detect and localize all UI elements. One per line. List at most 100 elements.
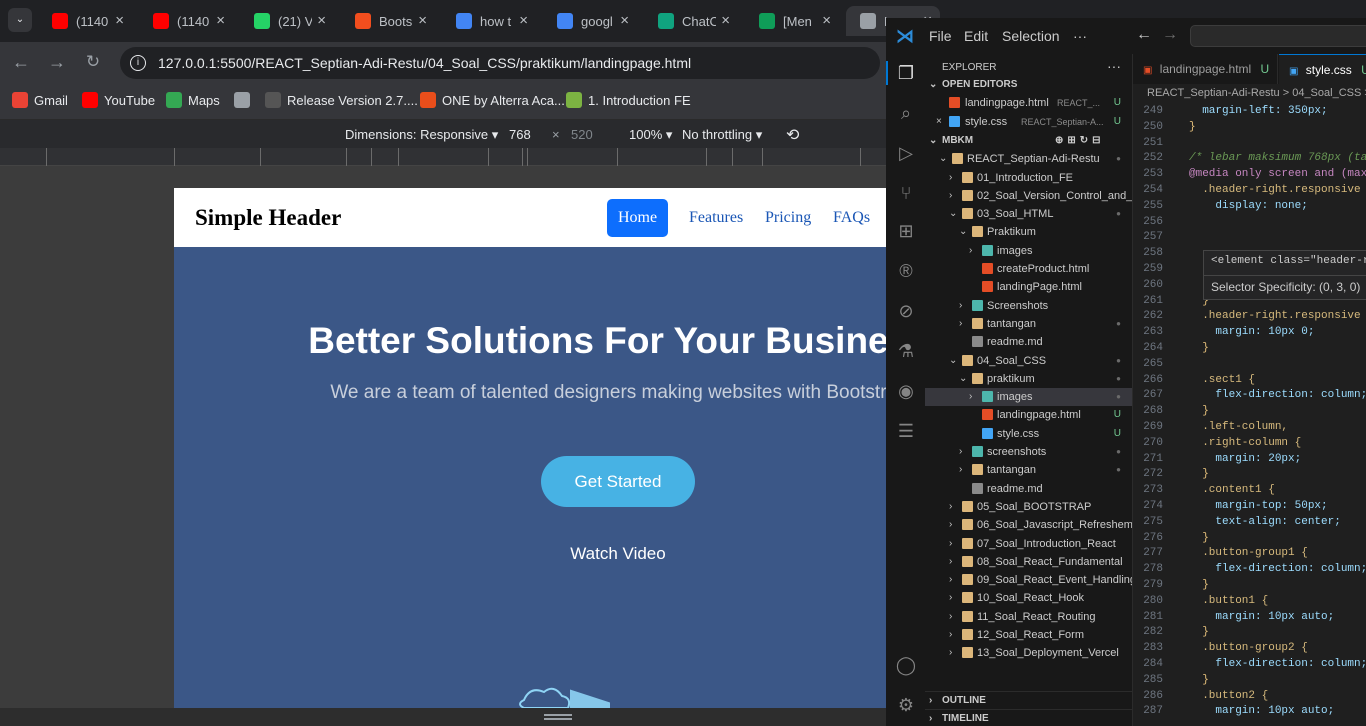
bookmark-item[interactable] [234, 92, 256, 108]
tree-item[interactable]: › tantangan ● [925, 315, 1132, 333]
back-arrow-icon[interactable]: ← [1136, 26, 1152, 44]
tree-item[interactable]: › 02_Soal_Version_Control_and_... [925, 187, 1132, 205]
media-query-ruler[interactable] [0, 148, 886, 166]
forward-arrow-icon[interactable]: → [46, 52, 68, 73]
close-icon[interactable]: × [115, 12, 124, 29]
editor-tab-landingpage[interactable]: ▣ landingpage.html U [1133, 54, 1278, 84]
browser-tab[interactable]: googl × [543, 6, 637, 36]
tree-item[interactable]: createProduct.html [925, 260, 1132, 278]
bookmark-item[interactable]: Maps [166, 92, 220, 108]
open-editors-header[interactable]: ⌄ OPEN EDITORS [925, 76, 1132, 94]
tree-item[interactable]: › images ● [925, 388, 1132, 407]
dimensions-select[interactable]: Dimensions: Responsive ▾ [345, 127, 498, 143]
menu-more[interactable]: ··· [1073, 28, 1087, 44]
tree-item[interactable]: readme.md [925, 480, 1132, 498]
tree-item[interactable]: ⌄ praktikum ● [925, 370, 1132, 388]
zoom-select[interactable]: 100% ▾ [629, 127, 672, 143]
browser-tab[interactable]: (21) V × [240, 6, 334, 36]
tree-item[interactable]: › 09_Soal_React_Event_Handling [925, 571, 1132, 589]
nav-features[interactable]: Features [689, 199, 743, 237]
tree-item[interactable]: ⌄ REACT_Septian-Adi-Restu ● [925, 150, 1132, 168]
tree-item[interactable]: landingPage.html [925, 278, 1132, 296]
search-icon[interactable]: ⌕ [895, 102, 917, 124]
nav-faqs[interactable]: FAQs [833, 199, 870, 237]
tree-item[interactable]: style.css U [925, 425, 1132, 443]
bookmark-item[interactable]: ONE by Alterra Aca... [420, 92, 565, 108]
close-icon[interactable]: × [519, 12, 528, 29]
menu-selection[interactable]: Selection [1002, 28, 1060, 44]
tree-item[interactable]: ⌄ 03_Soal_HTML ● [925, 205, 1132, 223]
throttle-select[interactable]: No throttling ▾ [682, 127, 762, 143]
close-icon[interactable]: × [620, 12, 629, 29]
bookmark-item[interactable]: Release Version 2.7.... [265, 92, 418, 108]
tree-item[interactable]: › 13_Soal_Deployment_Vercel [925, 644, 1132, 662]
open-editor-item[interactable]: landingpage.html REACT_... U [925, 94, 1132, 112]
bookmark-item[interactable]: 1. Introduction FE [566, 92, 691, 108]
settings-gear-icon[interactable]: ⚙ [895, 694, 917, 716]
workspace-header[interactable]: ⌄ MBKM ⊕⊞↻⊟ [925, 132, 1132, 150]
resize-handle[interactable] [0, 708, 886, 726]
source-control-icon[interactable]: ⑂ [895, 182, 917, 204]
close-icon[interactable]: × [721, 12, 730, 29]
tree-item[interactable]: › 08_Soal_React_Fundamental [925, 553, 1132, 571]
site-info-icon[interactable]: i [130, 55, 146, 71]
nav-home[interactable]: Home [607, 199, 669, 237]
tree-item[interactable]: › 10_Soal_React_Hook [925, 589, 1132, 607]
forward-arrow-icon[interactable]: → [1162, 26, 1178, 44]
tree-item[interactable]: › screenshots ● [925, 443, 1132, 461]
browser-tab[interactable]: Boots × [341, 6, 435, 36]
extensions-icon[interactable]: ⊞ [895, 220, 917, 242]
tree-item[interactable]: › 01_Introduction_FE [925, 169, 1132, 187]
close-icon[interactable]: × [418, 12, 427, 29]
bookmark-item[interactable]: YouTube [82, 92, 155, 108]
get-started-button[interactable]: Get Started [541, 456, 695, 507]
menu-file[interactable]: File [929, 28, 952, 44]
rotate-icon[interactable]: ⟲ [786, 125, 799, 145]
watch-video-link[interactable]: Watch Video [504, 544, 732, 564]
browser-tab[interactable]: how t × [442, 6, 536, 36]
tree-item[interactable]: › images [925, 242, 1132, 260]
remote-icon[interactable]: ® [895, 260, 917, 282]
tab-search-button[interactable]: ⌄ [8, 8, 32, 32]
close-icon[interactable]: × [216, 12, 225, 29]
site-brand[interactable]: Simple Header [195, 205, 341, 231]
account-icon[interactable]: ◯ [895, 654, 917, 676]
back-arrow-icon[interactable]: ← [10, 52, 32, 73]
explorer-icon[interactable]: ❐ [895, 62, 917, 84]
nav-pricing[interactable]: Pricing [765, 199, 811, 237]
panel-timeline[interactable]: › TIMELINE [925, 709, 1132, 726]
tree-item[interactable]: › 12_Soal_React_Form [925, 626, 1132, 644]
bookmark-item[interactable]: Gmail [12, 92, 68, 108]
address-bar[interactable]: i 127.0.0.1:5500/REACT_Septian-Adi-Restu… [120, 47, 880, 79]
menu-edit[interactable]: Edit [964, 28, 988, 44]
git-graph-icon[interactable]: ⊘ [895, 300, 917, 322]
width-input[interactable]: 768 [509, 127, 531, 142]
reload-icon[interactable]: ↻ [82, 52, 104, 72]
tree-item[interactable]: › 11_Soal_React_Routing [925, 608, 1132, 626]
more-actions-icon[interactable]: ··· [1107, 58, 1121, 74]
editor-tab-style-css[interactable]: ▣ style.css U [1279, 54, 1366, 84]
close-icon[interactable]: × [822, 12, 831, 29]
tree-item[interactable]: › tantangan ● [925, 461, 1132, 479]
panel-outline[interactable]: › OUTLINE [925, 691, 1132, 709]
browser-tab[interactable]: ChatC × [644, 6, 738, 36]
browser-tab[interactable]: (1140 × [38, 6, 132, 36]
close-icon[interactable]: × [936, 113, 942, 131]
testing-icon[interactable]: ⚗ [895, 340, 917, 362]
tree-item[interactable]: › 05_Soal_BOOTSTRAP [925, 498, 1132, 516]
height-input[interactable]: 520 [571, 127, 593, 142]
timeline-icon[interactable]: ☰ [895, 420, 917, 442]
tree-item[interactable]: landingpage.html U [925, 406, 1132, 424]
run-debug-icon[interactable]: ▷ [895, 142, 917, 164]
command-center[interactable] [1190, 25, 1366, 47]
tree-item[interactable]: › 07_Soal_Introduction_React [925, 535, 1132, 553]
open-editor-item[interactable]: × style.css REACT_Septian-A... U [925, 113, 1132, 131]
browser-tab[interactable]: [Men × [745, 6, 839, 36]
github-icon[interactable]: ◉ [895, 380, 917, 402]
tree-item[interactable]: ⌄ Praktikum [925, 223, 1132, 241]
close-icon[interactable]: × [317, 12, 326, 29]
tree-item[interactable]: › 06_Soal_Javascript_Refreshem... [925, 516, 1132, 534]
breadcrumb[interactable]: REACT_Septian-Adi-Restu > 04_Soal_CSS > … [1133, 84, 1366, 102]
browser-tab[interactable]: (1140 × [139, 6, 233, 36]
tree-item[interactable]: ⌄ 04_Soal_CSS ● [925, 352, 1132, 370]
